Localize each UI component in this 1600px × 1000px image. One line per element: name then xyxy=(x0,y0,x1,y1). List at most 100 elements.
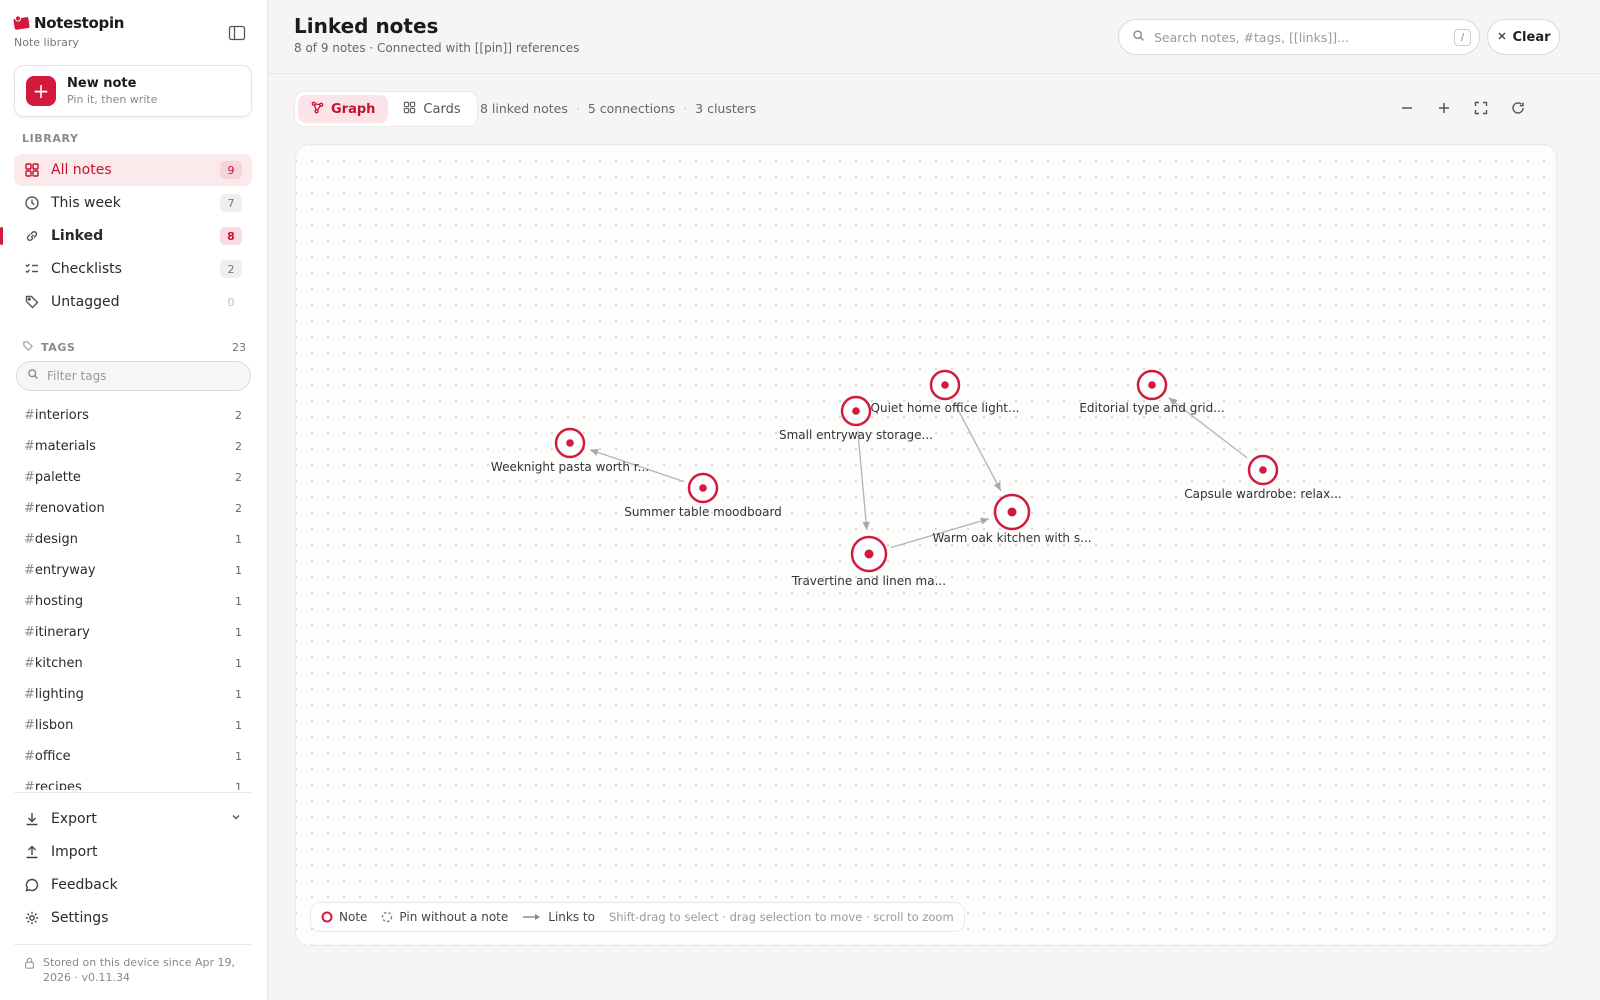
tag-name: interiors xyxy=(34,408,89,423)
nav-item-checklists[interactable]: Checklists 2 xyxy=(14,253,252,285)
clock-icon xyxy=(24,195,40,211)
legend-hint: Shift-drag to select · drag selection to… xyxy=(608,910,954,924)
settings-button[interactable]: Settings xyxy=(14,901,252,934)
tag-item[interactable]: # design 1 xyxy=(14,524,252,555)
tag-item[interactable]: # lighting 1 xyxy=(14,679,252,710)
tag-item[interactable]: # renovation 2 xyxy=(14,493,252,524)
tags-label: TAGS xyxy=(41,341,76,354)
note-graph[interactable]: Weeknight pasta worth r... Summer table m… xyxy=(296,145,1557,946)
tag-list: # interiors 2 # materials 2 # palette 2 # renov… xyxy=(14,400,252,790)
search-icon xyxy=(1132,29,1145,46)
lock-icon xyxy=(24,955,35,985)
import-label: Import xyxy=(51,843,98,860)
tag-item[interactable]: # entryway 1 xyxy=(14,555,252,586)
graph-edge xyxy=(953,402,1002,492)
graph-node[interactable]: Summer table moodboard xyxy=(624,472,782,519)
page-subtitle: 8 of 9 notes · Connected with [[pin]] re… xyxy=(294,41,580,55)
tags-header: TAGS 23 xyxy=(22,340,246,355)
feedback-button[interactable]: Feedback xyxy=(14,868,252,901)
upload-icon xyxy=(24,844,40,860)
search-input[interactable] xyxy=(1154,29,1444,45)
minus-icon xyxy=(1400,101,1414,119)
nav-label: Linked xyxy=(51,228,104,244)
node-label: Small entryway storage... xyxy=(779,428,933,442)
tag-filter-input[interactable] xyxy=(47,369,227,383)
pin-node-icon xyxy=(382,911,393,923)
tag-item[interactable]: # hosting 1 xyxy=(14,586,252,617)
tag-item[interactable]: # recipes 1 xyxy=(14,772,252,790)
graph-node[interactable]: Travertine and linen ma... xyxy=(791,535,946,588)
gear-icon xyxy=(24,910,40,926)
settings-label: Settings xyxy=(51,909,109,926)
library-label: LIBRARY xyxy=(22,132,79,145)
graph-node[interactable]: Editorial type and grid... xyxy=(1079,369,1225,415)
legend-note-label: Note xyxy=(339,910,368,924)
graph-node[interactable]: Quiet home office light... xyxy=(871,369,1020,415)
graph-legend: Note Pin without a note Links to Shift-d… xyxy=(310,902,965,932)
nav-item-untagged[interactable]: Untagged 0 xyxy=(14,286,252,318)
main-area: Linked notes 8 of 9 notes · Connected wi… xyxy=(268,0,1600,1000)
nav-item-this-week[interactable]: This week 7 xyxy=(14,187,252,219)
arrow-icon xyxy=(523,914,541,920)
tag-name: kitchen xyxy=(34,656,83,671)
tag-item[interactable]: # kitchen 1 xyxy=(14,648,252,679)
node-label: Quiet home office light... xyxy=(871,401,1020,415)
nav-count: 9 xyxy=(220,161,242,179)
export-button[interactable]: Export xyxy=(14,802,252,835)
graph-node[interactable]: Capsule wardrobe: relax... xyxy=(1184,454,1342,501)
legend-links: Links to xyxy=(522,910,595,924)
graph-node[interactable]: Warm oak kitchen with s... xyxy=(932,493,1092,545)
tag-filter[interactable] xyxy=(16,361,251,391)
tag-icon xyxy=(22,340,34,355)
graph-canvas[interactable]: Weeknight pasta worth r... Summer table m… xyxy=(295,144,1557,946)
import-button[interactable]: Import xyxy=(14,835,252,868)
node-label: Travertine and linen ma... xyxy=(791,574,946,588)
clear-button[interactable]: Clear xyxy=(1487,19,1560,55)
divider xyxy=(14,944,252,945)
tag-name: office xyxy=(34,749,71,764)
zoom-out-button[interactable] xyxy=(1394,97,1420,123)
tab-graph[interactable]: Graph xyxy=(298,95,389,123)
view-toggle: Graph Cards xyxy=(294,91,478,127)
note-node-dot xyxy=(1259,466,1267,474)
tag-name: lisbon xyxy=(34,718,74,733)
stat-clusters: 3 clusters xyxy=(695,101,757,116)
fit-view-button[interactable] xyxy=(1468,97,1494,123)
tab-cards[interactable]: Cards xyxy=(390,95,473,123)
tag-item[interactable]: # itinerary 1 xyxy=(14,617,252,648)
nav-item-linked[interactable]: Linked 8 xyxy=(0,220,252,252)
tag-name: renovation xyxy=(34,501,105,516)
brand[interactable]: Notestopin xyxy=(13,14,124,32)
tag-item[interactable]: # office 1 xyxy=(14,741,252,772)
tag-item[interactable]: # palette 2 xyxy=(14,462,252,493)
note-node-dot xyxy=(566,439,574,447)
nav-item-all-notes[interactable]: All notes 9 xyxy=(14,154,252,186)
node-label: Weeknight pasta worth r... xyxy=(491,460,649,474)
sidebar-toggle-icon[interactable] xyxy=(228,25,246,41)
tag-count: 2 xyxy=(235,409,242,422)
reset-layout-button[interactable] xyxy=(1505,97,1531,123)
sidebar: Notestopin Note library + New note Pin i… xyxy=(0,0,268,1000)
tag-item[interactable]: # lisbon 1 xyxy=(14,710,252,741)
tag-count: 1 xyxy=(235,750,242,763)
nav-count: 0 xyxy=(227,295,235,309)
zoom-in-button[interactable] xyxy=(1431,97,1457,123)
note-node-dot xyxy=(864,549,874,559)
tag-item[interactable]: # materials 2 xyxy=(14,431,252,462)
nav-label: Checklists xyxy=(51,261,122,277)
tag-name: palette xyxy=(34,470,81,485)
tag-item[interactable]: # interiors 2 xyxy=(14,400,252,431)
graph-node[interactable]: Weeknight pasta worth r... xyxy=(491,427,649,474)
cards-icon xyxy=(403,101,416,118)
graph-icon xyxy=(311,101,324,118)
node-label: Summer table moodboard xyxy=(624,505,782,519)
tags-count: 23 xyxy=(232,341,246,354)
new-note-button[interactable]: + New note Pin it, then write xyxy=(14,65,252,117)
search-box[interactable]: / xyxy=(1118,19,1480,55)
page-title: Linked notes xyxy=(294,14,439,38)
brand-subtitle: Note library xyxy=(14,36,79,49)
node-label: Capsule wardrobe: relax... xyxy=(1184,487,1341,501)
tag-count: 1 xyxy=(235,719,242,732)
nav-count: 8 xyxy=(220,227,242,245)
keyboard-shortcut-hint: / xyxy=(1454,29,1471,46)
